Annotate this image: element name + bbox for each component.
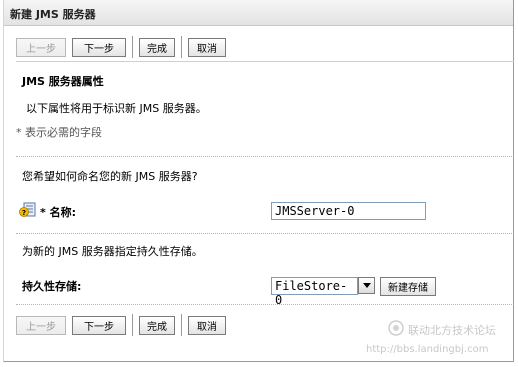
button-separator (181, 314, 182, 336)
help-icon[interactable]: ? (19, 202, 37, 218)
watermark-url: http://bbs.landingbj.com (366, 344, 489, 355)
svg-text:?: ? (22, 209, 26, 217)
button-separator (132, 314, 133, 336)
watermark-text: 联动北方技术论坛 (408, 324, 496, 337)
watermark-logo-icon (388, 320, 404, 339)
finish-button-top[interactable]: 完成 (139, 37, 175, 57)
store-select-dropdown[interactable] (358, 277, 375, 294)
divider (16, 304, 514, 305)
finish-button-bottom[interactable]: 完成 (139, 315, 175, 335)
window-title: 新建 JMS 服务器 (10, 8, 96, 21)
name-question: 您希望如何命名您的新 JMS 服务器? (22, 170, 198, 183)
title-bar: 新建 JMS 服务器 (4, 0, 513, 26)
name-input[interactable]: JMSServer-0 (271, 202, 426, 220)
cancel-button-bottom[interactable]: 取消 (188, 315, 226, 335)
divider (16, 233, 514, 234)
next-button-bottom[interactable]: 下一步 (72, 315, 126, 335)
bottom-button-row: 上一步 下一步 完成 取消 (16, 314, 232, 336)
store-label: 持久性存储: (22, 280, 82, 293)
back-button-top[interactable]: 上一步 (16, 37, 66, 57)
name-label: * 名称: (40, 206, 76, 219)
top-button-row: 上一步 下一步 完成 取消 (16, 36, 232, 58)
divider (16, 156, 514, 157)
store-select[interactable]: FileStore-0 (271, 277, 358, 307)
new-store-button[interactable]: 新建存储 (380, 277, 436, 296)
divider (16, 61, 514, 62)
back-button-bottom[interactable]: 上一步 (16, 315, 66, 335)
store-prompt: 为新的 JMS 服务器指定持久性存储。 (22, 245, 203, 258)
button-separator (181, 36, 182, 58)
button-separator (132, 36, 133, 58)
chevron-down-icon (362, 279, 371, 292)
section-heading: JMS 服务器属性 (22, 75, 104, 88)
dialog-frame: 新建 JMS 服务器 上一步 下一步 完成 取消 JMS 服务器属性 以下属性将… (3, 0, 514, 362)
section-description: 以下属性将用于标识新 JMS 服务器。 (26, 102, 207, 115)
required-note: * 表示必需的字段 (16, 126, 102, 139)
next-button-top[interactable]: 下一步 (72, 37, 126, 57)
cancel-button-top[interactable]: 取消 (188, 37, 226, 57)
